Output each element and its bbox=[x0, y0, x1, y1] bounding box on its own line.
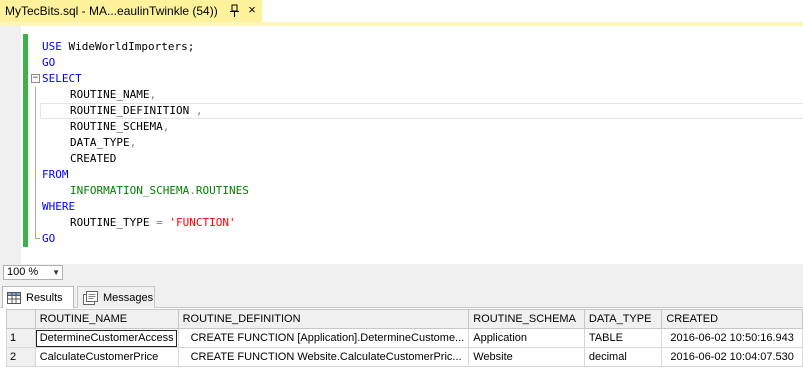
code-line[interactable]: ROUTINE_DEFINITION , bbox=[42, 103, 249, 119]
code-token: USE bbox=[42, 40, 62, 53]
messages-icon bbox=[83, 290, 98, 305]
table-row[interactable]: 1 DetermineCustomerAccess CREATE FUNCTIO… bbox=[6, 328, 803, 348]
code-token: , bbox=[149, 88, 157, 101]
code-line[interactable]: FROM bbox=[42, 167, 249, 183]
code-line[interactable]: GO bbox=[42, 231, 249, 247]
column-header[interactable]: DATA_TYPE bbox=[583, 309, 663, 329]
close-icon[interactable]: × bbox=[245, 2, 259, 18]
grid-cell[interactable]: Application bbox=[468, 328, 585, 348]
chevron-down-icon[interactable]: ▼ bbox=[52, 266, 60, 279]
code-token: ROUTINES bbox=[195, 184, 249, 197]
results-grid-area: ROUTINE_NAME ROUTINE_DEFINITION ROUTINE_… bbox=[0, 308, 803, 384]
grid-icon bbox=[7, 291, 21, 304]
zoom-select[interactable]: 100 % ▼ bbox=[3, 265, 63, 280]
code-token: ROUTINE_DEFINITION bbox=[70, 104, 196, 117]
outline-fold-end bbox=[35, 238, 40, 239]
tab-results-label: Results bbox=[26, 291, 63, 304]
code-token: CREATED bbox=[70, 152, 117, 165]
row-number[interactable]: 2 bbox=[6, 347, 36, 367]
code-token: , bbox=[195, 104, 203, 117]
code-token: DATA_TYPE bbox=[70, 136, 130, 149]
code-line[interactable]: ROUTINE_NAME, bbox=[42, 87, 249, 103]
code-line[interactable]: CREATED bbox=[42, 151, 249, 167]
table-row[interactable]: 2 CalculateCustomerPrice CREATE FUNCTION… bbox=[6, 347, 803, 367]
horizontal-scrollbar[interactable] bbox=[66, 265, 803, 280]
grid-cell[interactable]: 2016-06-02 10:50:16.943 bbox=[661, 328, 803, 348]
column-header[interactable]: ROUTINE_SCHEMA bbox=[468, 309, 585, 329]
grid-cell[interactable]: Website bbox=[468, 347, 585, 367]
code-line[interactable]: WHERE bbox=[42, 199, 249, 215]
column-header[interactable]: ROUTINE_NAME bbox=[34, 309, 179, 329]
code-line[interactable]: USE WideWorldImporters; bbox=[42, 39, 249, 55]
saved-changes-bar bbox=[23, 34, 28, 247]
code-token: GO bbox=[42, 232, 56, 245]
outline-fold-line bbox=[35, 87, 36, 239]
sql-editor[interactable]: − USE WideWorldImporters; GO SELECT ROUTINE… bbox=[0, 26, 803, 264]
code-line[interactable]: ROUTINE_SCHEMA, bbox=[42, 119, 249, 135]
grid-cell[interactable]: CREATE FUNCTION [Application].DetermineC… bbox=[177, 328, 470, 348]
code-token: WideWorldImporters; bbox=[61, 40, 195, 53]
grid-corner-cell[interactable] bbox=[6, 309, 36, 329]
code-line[interactable]: GO bbox=[42, 55, 249, 71]
results-tabs: Results Messages bbox=[0, 281, 803, 308]
collapse-icon[interactable]: − bbox=[31, 74, 40, 83]
zoom-value: 100 % bbox=[7, 266, 39, 278]
code-line[interactable]: ROUTINE_TYPE = 'FUNCTION' bbox=[42, 215, 249, 231]
grid-cell[interactable]: CREATE FUNCTION Website.CalculateCustome… bbox=[177, 347, 470, 367]
code-token: . bbox=[189, 184, 196, 197]
grid-cell[interactable]: decimal bbox=[583, 347, 663, 367]
code-line[interactable]: INFORMATION_SCHEMA.ROUTINES bbox=[42, 183, 249, 199]
tab-messages[interactable]: Messages bbox=[77, 286, 155, 308]
code-token: GO bbox=[42, 56, 56, 69]
results-grid: ROUTINE_NAME ROUTINE_DEFINITION ROUTINE_… bbox=[6, 309, 803, 367]
document-tab-title: MyTecBits.sql - MA...eaulinTwinkle (54)) bbox=[5, 4, 218, 18]
document-tab[interactable]: MyTecBits.sql - MA...eaulinTwinkle (54))… bbox=[0, 0, 262, 22]
row-number[interactable]: 1 bbox=[6, 328, 36, 348]
code-line[interactable]: DATA_TYPE, bbox=[42, 135, 249, 151]
code-token: FROM bbox=[42, 168, 69, 181]
grid-cell[interactable]: 2016-06-02 10:04:07.530 bbox=[661, 347, 803, 367]
code-token: SELECT bbox=[42, 72, 82, 85]
code-token: ROUTINE_SCHEMA bbox=[70, 120, 163, 133]
code-text[interactable]: USE WideWorldImporters; GO SELECT ROUTINE_N… bbox=[42, 39, 249, 247]
document-tab-strip: MyTecBits.sql - MA...eaulinTwinkle (54))… bbox=[0, 0, 803, 22]
tab-results[interactable]: Results bbox=[2, 286, 74, 308]
code-token: ROUTINE_NAME bbox=[70, 88, 150, 101]
code-token: 'FUNCTION' bbox=[169, 216, 236, 229]
pin-icon[interactable] bbox=[228, 4, 240, 18]
code-token: ROUTINE_TYPE bbox=[70, 216, 157, 229]
editor-indicator-margin bbox=[0, 26, 21, 264]
column-header[interactable]: CREATED bbox=[661, 309, 803, 329]
grid-cell[interactable]: DetermineCustomerAccess bbox=[34, 328, 179, 348]
tab-messages-label: Messages bbox=[103, 291, 154, 304]
code-token: = bbox=[156, 216, 163, 229]
code-token: , bbox=[129, 136, 137, 149]
code-token: WHERE bbox=[42, 200, 76, 213]
grid-cell[interactable]: TABLE bbox=[583, 328, 663, 348]
grid-header-row: ROUTINE_NAME ROUTINE_DEFINITION ROUTINE_… bbox=[6, 309, 803, 329]
editor-bottom-bar: 100 % ▼ bbox=[0, 264, 803, 281]
code-token: INFORMATION_SCHEMA bbox=[70, 184, 190, 197]
column-header[interactable]: ROUTINE_DEFINITION bbox=[177, 309, 470, 329]
code-token: , bbox=[162, 120, 170, 133]
code-line[interactable]: SELECT bbox=[42, 71, 249, 87]
grid-cell[interactable]: CalculateCustomerPrice bbox=[34, 347, 179, 367]
